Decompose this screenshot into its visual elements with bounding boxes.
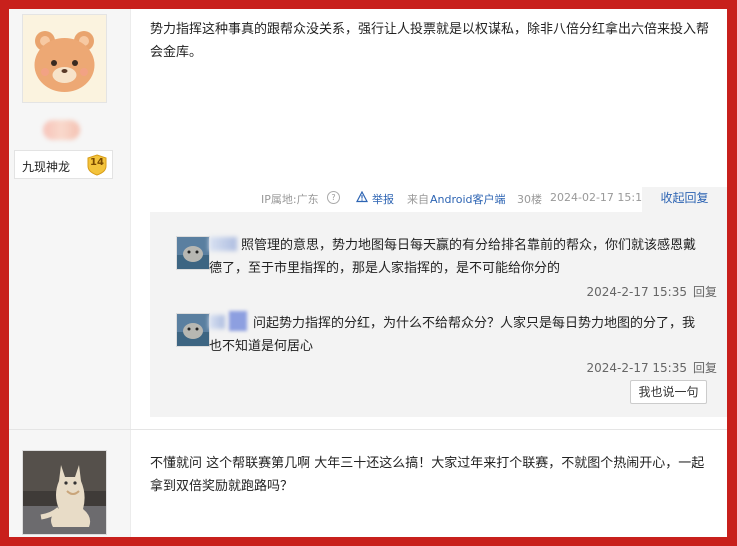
reply-text-2: 问起势力指挥的分红，为什么不给帮众分？人家只是每日势力地图的分了，我也不知道是何… bbox=[209, 311, 699, 358]
reply-time: 2024-2-17 15:35 bbox=[586, 285, 687, 299]
report-link[interactable]: 举报 bbox=[372, 191, 394, 207]
source-prefix: 来自 bbox=[407, 193, 429, 206]
warning-icon bbox=[356, 191, 368, 203]
reply-button[interactable]: 回复 bbox=[693, 361, 717, 375]
post-content-2: 不懂就问 这个帮联赛第几啊 大年三十还这么搞！大家过年来打个联赛，不就图个热闹开… bbox=[150, 456, 705, 494]
reply-time: 2024-2-17 15:35 bbox=[586, 361, 687, 375]
floor-number: 30楼 bbox=[517, 193, 542, 206]
blurred-reply-author[interactable] bbox=[209, 237, 237, 251]
help-icon[interactable]: ? bbox=[327, 191, 340, 204]
collapse-replies-button[interactable]: 收起回复 bbox=[642, 187, 727, 212]
post-content: 势力指挥这种事真的跟帮众没关系，强行让人投票就是以权谋私，除非八倍分红拿出六倍来… bbox=[150, 22, 710, 60]
reply-text-1: 照管理的意思，势力地图每日每天赢的有分给排名靠前的帮众，你们就该感恩戴德了，至于… bbox=[209, 237, 697, 276]
user-avatar-cat[interactable] bbox=[22, 450, 107, 535]
user-avatar-bear[interactable] bbox=[22, 14, 107, 103]
seal-avatar-image bbox=[177, 314, 209, 346]
source-link[interactable]: Android客户端 bbox=[430, 191, 506, 207]
post-divider bbox=[9, 429, 727, 430]
reply-button[interactable]: 回复 bbox=[693, 285, 717, 299]
ip-location: IP属地:广东 bbox=[261, 193, 319, 206]
blurred-reply-author[interactable] bbox=[209, 315, 225, 329]
reply-avatar[interactable] bbox=[176, 236, 210, 270]
thread-frame: 九现神龙 14 势力指挥这种事真的跟帮众没关系，强行让人投票就是以权谋私，除非八… bbox=[9, 9, 727, 537]
seal-avatar-image bbox=[177, 237, 209, 269]
cat-avatar-image bbox=[23, 451, 106, 534]
reply-meta-1: 2024-2-17 15:35 回复 bbox=[586, 283, 717, 300]
add-comment-button[interactable]: 我也说一句 bbox=[630, 380, 707, 404]
level-number: 14 bbox=[90, 157, 104, 168]
blurred-mention bbox=[229, 311, 247, 331]
reply-avatar[interactable] bbox=[176, 313, 210, 347]
reply-meta-2: 2024-2-17 15:35 回复 bbox=[586, 359, 717, 376]
username[interactable]: 九现神龙 bbox=[22, 158, 70, 175]
user-tag[interactable]: 九现神龙 14 bbox=[14, 150, 113, 179]
bear-avatar-image bbox=[23, 15, 106, 102]
blurred-user-badge bbox=[43, 120, 80, 140]
post-time: 2024-02-17 15:11 bbox=[550, 191, 650, 204]
